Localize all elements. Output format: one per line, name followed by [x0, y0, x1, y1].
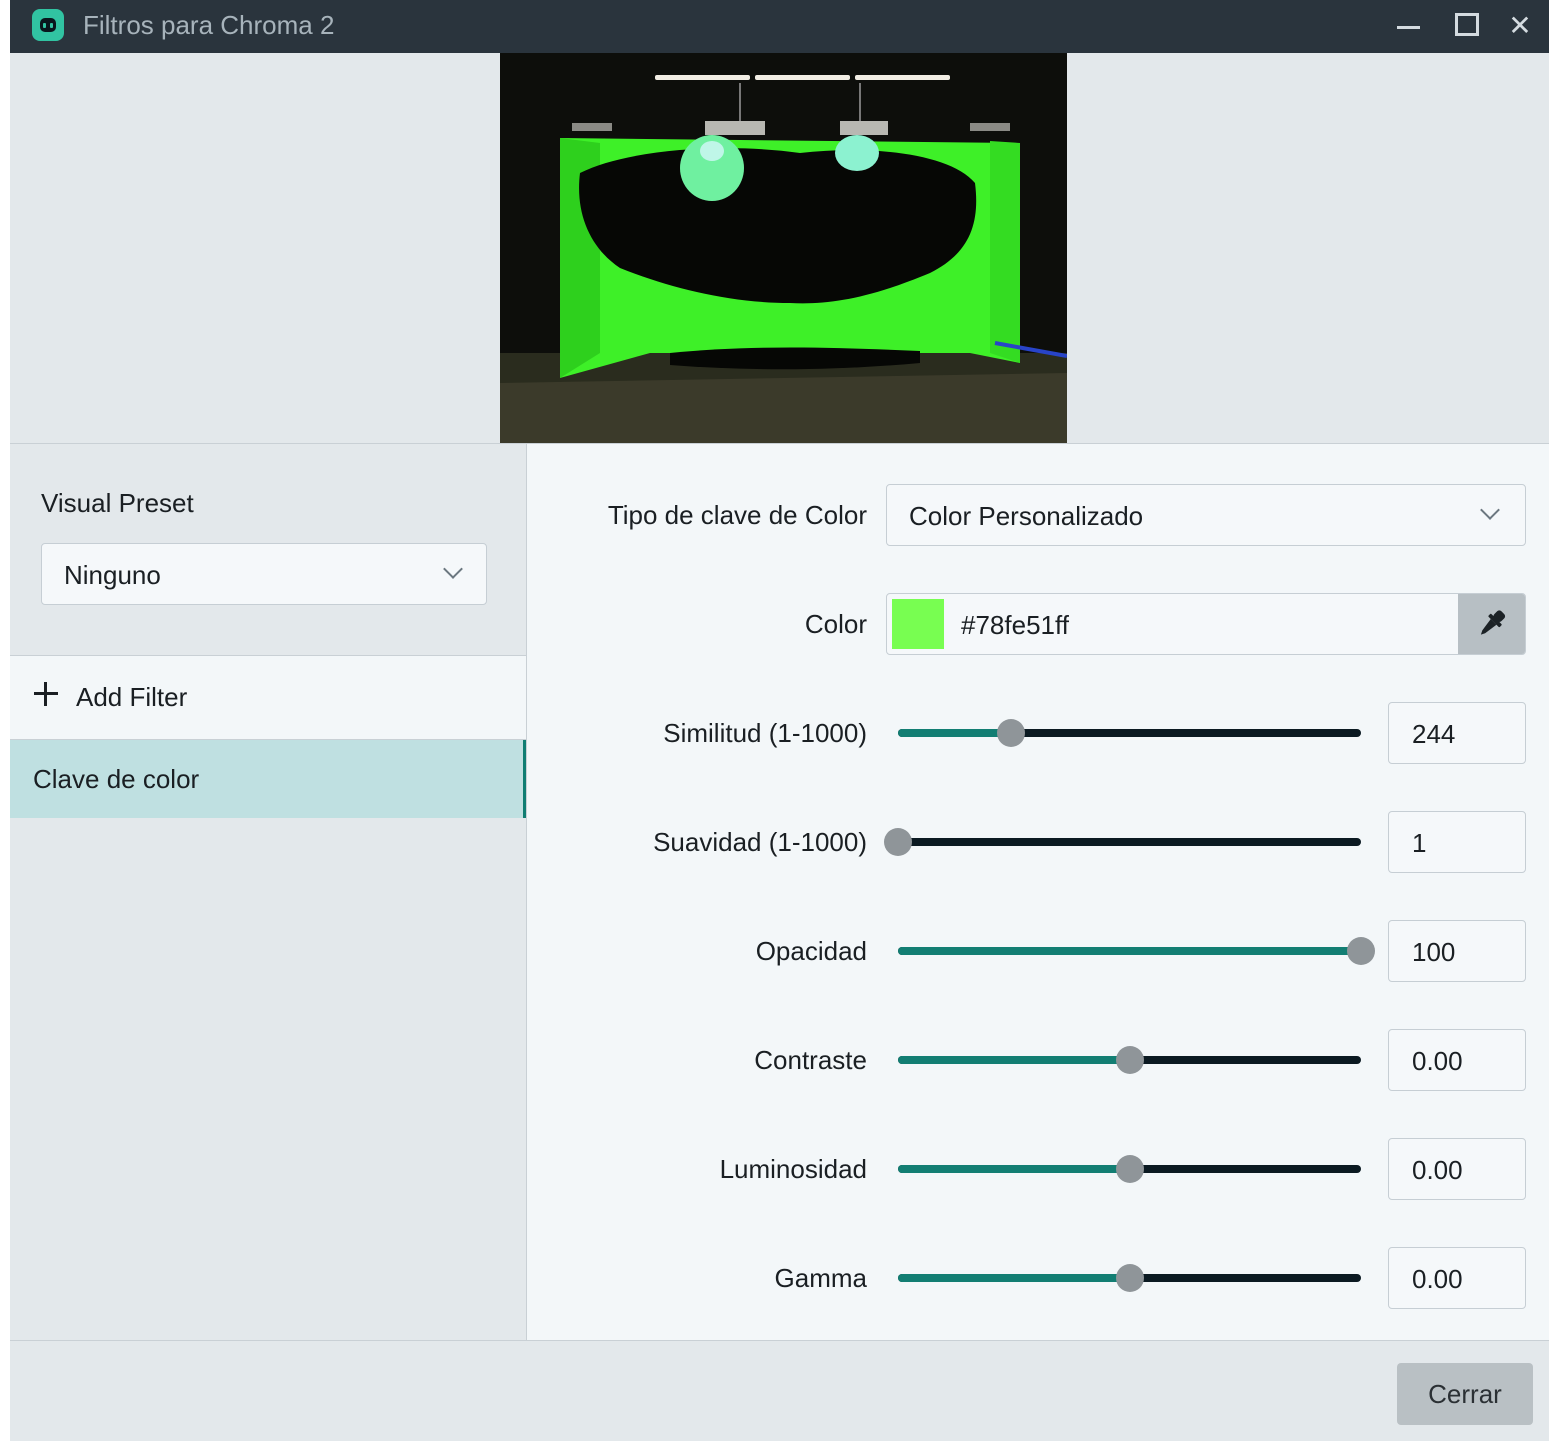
- slider-track[interactable]: [898, 1046, 1361, 1074]
- add-filter-label: Add Filter: [76, 682, 188, 712]
- preview-scene: [500, 53, 1067, 443]
- slider-fill: [898, 1056, 1130, 1064]
- visual-preset-dropdown[interactable]: Ninguno: [41, 543, 487, 605]
- slider-track[interactable]: [898, 1155, 1361, 1183]
- eyedropper-button[interactable]: [1458, 594, 1525, 654]
- left-panel: Visual Preset Ninguno Add Filter Clave d…: [10, 444, 527, 1340]
- slider-track[interactable]: [898, 719, 1361, 747]
- slider-thumb[interactable]: [1115, 1046, 1144, 1074]
- slider-value-input[interactable]: 0.00: [1388, 1247, 1526, 1309]
- slider-fill: [898, 729, 1011, 737]
- filters-window: Filtros para Chroma 2 ✕ Visual Preset Ni…: [10, 0, 1549, 1441]
- slider-thumb[interactable]: [884, 828, 912, 856]
- maximize-icon[interactable]: [1446, 6, 1486, 46]
- footer: Cerrar: [10, 1340, 1549, 1441]
- slider-value-input[interactable]: 1: [1388, 811, 1526, 873]
- slider-value: 0.00: [1412, 1046, 1463, 1076]
- slider-fill: [898, 1274, 1130, 1282]
- add-filter-button[interactable]: Add Filter: [10, 655, 526, 740]
- close-icon[interactable]: ✕: [1500, 6, 1540, 46]
- slider-value: 0.00: [1412, 1155, 1463, 1185]
- slider-value: 0.00: [1412, 1264, 1463, 1294]
- filter-list: Add Filter Clave de color: [10, 655, 526, 1340]
- filter-settings-panel: Tipo de clave de Color Color Personaliza…: [527, 444, 1549, 1340]
- slider-thumb[interactable]: [1115, 1264, 1144, 1292]
- app-logo-icon: [32, 9, 64, 41]
- color-swatch[interactable]: [892, 599, 944, 649]
- slider-track[interactable]: [898, 1264, 1361, 1292]
- color-field[interactable]: #78fe51ff: [886, 593, 1526, 655]
- chevron-down-icon: [443, 559, 463, 579]
- key-type-label: Tipo de clave de Color: [607, 500, 867, 530]
- slider-label: Contraste: [754, 1045, 867, 1075]
- slider-track[interactable]: [884, 828, 1361, 856]
- slider-value-input[interactable]: 0.00: [1388, 1138, 1526, 1200]
- slider-fill: [898, 1165, 1130, 1173]
- slider-value-input[interactable]: 244: [1388, 702, 1526, 764]
- filter-item-label: Clave de color: [33, 764, 200, 794]
- plus-icon: [34, 682, 58, 706]
- slider-value: 1: [1412, 828, 1427, 858]
- close-button[interactable]: Cerrar: [1397, 1363, 1533, 1425]
- slider-value-input[interactable]: 0.00: [1388, 1029, 1526, 1091]
- minimize-icon[interactable]: [1388, 6, 1428, 46]
- slider-fill: [898, 947, 1361, 955]
- filter-item-color-key[interactable]: Clave de color: [10, 740, 526, 818]
- slider-thumb[interactable]: [996, 719, 1025, 747]
- preview-area: [10, 53, 1549, 444]
- title-bar: Filtros para Chroma 2 ✕: [10, 0, 1549, 53]
- slider-label: Opacidad: [755, 936, 867, 966]
- slider-track[interactable]: [898, 937, 1375, 965]
- slider-value-input[interactable]: 100: [1388, 920, 1526, 982]
- slider-thumb[interactable]: [1115, 1155, 1144, 1183]
- slider-value: 100: [1412, 937, 1456, 967]
- slider-label: Gamma: [774, 1263, 867, 1293]
- key-type-value: Color Personalizado: [909, 501, 1144, 531]
- slider-label: Luminosidad: [719, 1154, 867, 1184]
- chevron-down-icon: [1480, 500, 1500, 520]
- color-hex-value: #78fe51ff: [961, 610, 1069, 640]
- slider-label: Similitud (1-1000): [663, 718, 867, 748]
- color-label: Color: [804, 609, 867, 639]
- slider-value: 244: [1412, 719, 1456, 749]
- chroma-preview-image: [500, 53, 1067, 443]
- visual-preset-value: Ninguno: [64, 560, 161, 590]
- key-type-dropdown[interactable]: Color Personalizado: [886, 484, 1526, 546]
- slider-thumb[interactable]: [1347, 937, 1375, 965]
- eyedropper-icon: [1480, 610, 1506, 635]
- window-title: Filtros para Chroma 2: [83, 10, 335, 40]
- slider-label: Suavidad (1-1000): [653, 827, 867, 857]
- visual-preset-label: Visual Preset: [41, 488, 194, 518]
